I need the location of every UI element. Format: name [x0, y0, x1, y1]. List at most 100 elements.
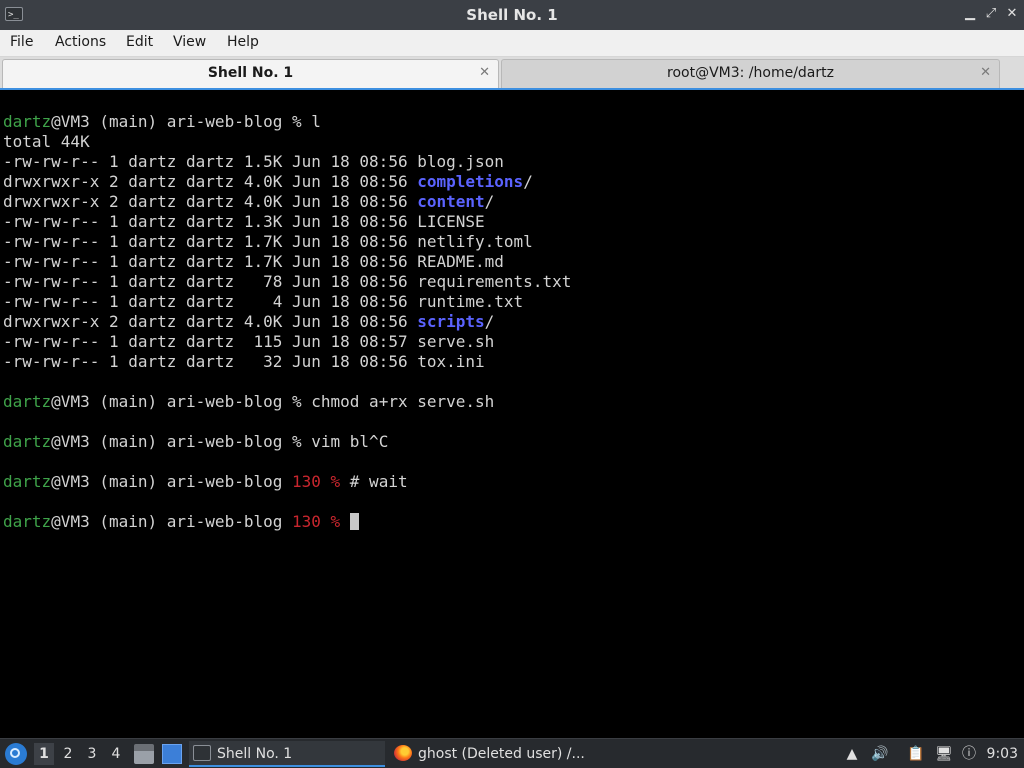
dir-suffix: / — [523, 172, 533, 191]
workspace-4[interactable]: 4 — [106, 743, 126, 765]
prompt-command — [340, 512, 350, 531]
directory-name: completions — [417, 172, 524, 191]
prompt-user: dartz — [3, 112, 52, 131]
updates-icon[interactable]: ⓘ — [960, 744, 978, 764]
file-meta: -rw-rw-r-- 1 dartz dartz 1.7K Jun 18 08:… — [3, 252, 418, 271]
file-name: blog.json — [417, 152, 504, 171]
prompt-exit-code: 130 — [282, 472, 321, 491]
menu-bar: File Actions Edit View Help — [0, 30, 1024, 57]
prompt-host: @VM3 (main) ari-web-blog — [51, 472, 283, 491]
tab-label: root@VM3: /home/dartz — [667, 65, 834, 81]
directory-name: content — [417, 192, 485, 211]
file-meta: drwxrwxr-x 2 dartz dartz 4.0K Jun 18 08:… — [3, 192, 418, 211]
prompt-symbol: % — [282, 112, 302, 131]
file-list-row: drwxrwxr-x 2 dartz dartz 4.0K Jun 18 08:… — [3, 172, 533, 192]
clock[interactable]: 9:03 — [987, 744, 1018, 764]
prompt-host: @VM3 (main) ari-web-blog — [51, 432, 283, 451]
terminal-output[interactable]: dartz@VM3 (main) ari-web-blog % l total 4… — [0, 90, 1024, 738]
dir-suffix: / — [484, 312, 495, 331]
file-name: serve.sh — [417, 332, 495, 351]
tray-expand-icon[interactable]: ▲ — [843, 744, 861, 764]
prompt-symbol: % — [282, 432, 302, 451]
file-list-row: -rw-rw-r-- 1 dartz dartz 1.5K Jun 18 08:… — [3, 152, 504, 172]
tab-bar: Shell No. 1 ✕ root@VM3: /home/dartz ✕ — [0, 57, 1024, 90]
task-label: ghost (Deleted user) /... — [418, 746, 585, 762]
file-meta: -rw-rw-r-- 1 dartz dartz 32 Jun 18 08:56 — [3, 352, 418, 371]
output-line: total 44K — [3, 132, 90, 151]
file-name: runtime.txt — [417, 292, 524, 311]
prompt-line: dartz@VM3 (main) ari-web-blog % vim bl^C — [3, 432, 388, 452]
file-name: LICENSE — [417, 212, 485, 231]
prompt-host: @VM3 (main) ari-web-blog — [51, 112, 283, 131]
file-meta: -rw-rw-r-- 1 dartz dartz 78 Jun 18 08:56 — [3, 272, 418, 291]
prompt-host: @VM3 (main) ari-web-blog — [51, 392, 283, 411]
menu-view[interactable]: View — [173, 34, 206, 50]
dir-suffix: / — [484, 192, 495, 211]
prompt-command: l — [301, 112, 321, 131]
tab-close-icon[interactable]: ✕ — [980, 65, 991, 80]
workspace-3[interactable]: 3 — [82, 743, 102, 765]
prompt-exit-code: 130 — [282, 512, 321, 531]
taskbar: 1 2 3 4 Shell No. 1 ghost (Deleted user)… — [0, 738, 1024, 768]
menu-edit[interactable]: Edit — [126, 34, 153, 50]
file-meta: -rw-rw-r-- 1 dartz dartz 1.7K Jun 18 08:… — [3, 232, 418, 251]
tab-close-icon[interactable]: ✕ — [479, 65, 490, 80]
prompt-command: chmod a+rx serve.sh — [301, 392, 495, 411]
prompt-symbol: % — [320, 512, 341, 531]
tab-label: Shell No. 1 — [207, 65, 294, 81]
workspace-2[interactable]: 2 — [58, 743, 78, 765]
task-shell-no-1[interactable]: Shell No. 1 — [189, 741, 385, 767]
clipboard-icon[interactable]: 📋 — [907, 744, 925, 764]
firefox-icon — [394, 745, 412, 761]
file-meta: -rw-rw-r-- 1 dartz dartz 1.5K Jun 18 08:… — [3, 152, 418, 171]
menu-help[interactable]: Help — [227, 34, 259, 50]
file-list-row: drwxrwxr-x 2 dartz dartz 4.0K Jun 18 08:… — [3, 192, 494, 212]
prompt-symbol: % — [320, 472, 341, 491]
file-list-row: -rw-rw-r-- 1 dartz dartz 1.3K Jun 18 08:… — [3, 212, 485, 232]
volume-icon[interactable]: 🔊 — [871, 744, 889, 764]
file-name: tox.ini — [417, 352, 485, 371]
file-meta: -rw-rw-r-- 1 dartz dartz 4 Jun 18 08:56 — [3, 292, 418, 311]
prompt-user: dartz — [3, 432, 52, 451]
prompt-symbol: % — [282, 392, 302, 411]
window-title: Shell No. 1 — [466, 6, 558, 24]
menu-file[interactable]: File — [10, 34, 33, 50]
file-meta: drwxrwxr-x 2 dartz dartz 4.0K Jun 18 08:… — [3, 172, 418, 191]
file-name: README.md — [417, 252, 504, 271]
file-meta: drwxrwxr-x 2 dartz dartz 4.0K Jun 18 08:… — [3, 312, 418, 331]
maximize-icon[interactable]: ⤢ — [983, 6, 999, 22]
show-desktop-icon[interactable] — [162, 744, 182, 764]
file-name: netlify.toml — [417, 232, 533, 251]
close-icon[interactable]: ✕ — [1004, 6, 1020, 22]
tab-root-home-dartz[interactable]: root@VM3: /home/dartz ✕ — [501, 59, 1000, 88]
file-name: requirements.txt — [417, 272, 572, 291]
prompt-command: vim bl^C — [301, 432, 389, 451]
file-manager-icon[interactable] — [134, 744, 154, 764]
directory-name: scripts — [417, 312, 485, 331]
workspace-1[interactable]: 1 — [34, 743, 54, 765]
file-list-row: -rw-rw-r-- 1 dartz dartz 1.7K Jun 18 08:… — [3, 252, 504, 272]
file-list-row: -rw-rw-r-- 1 dartz dartz 4 Jun 18 08:56 … — [3, 292, 523, 312]
prompt-line: dartz@VM3 (main) ari-web-blog 130 % — [3, 512, 359, 532]
network-icon[interactable]: 🖥 — [935, 744, 953, 764]
file-meta: -rw-rw-r-- 1 dartz dartz 1.3K Jun 18 08:… — [3, 212, 418, 231]
tab-shell-no-1[interactable]: Shell No. 1 ✕ — [2, 59, 499, 88]
file-list-row: -rw-rw-r-- 1 dartz dartz 78 Jun 18 08:56… — [3, 272, 571, 292]
prompt-line: dartz@VM3 (main) ari-web-blog % l — [3, 112, 321, 132]
terminal-window: >_ Shell No. 1 ▁ ⤢ ✕ File Actions Edit V… — [0, 0, 1024, 738]
title-bar[interactable]: >_ Shell No. 1 ▁ ⤢ ✕ — [0, 0, 1024, 31]
prompt-user: dartz — [3, 472, 52, 491]
file-meta: -rw-rw-r-- 1 dartz dartz 115 Jun 18 08:5… — [3, 332, 418, 351]
menu-actions[interactable]: Actions — [55, 34, 106, 50]
file-list-row: drwxrwxr-x 2 dartz dartz 4.0K Jun 18 08:… — [3, 312, 494, 332]
prompt-user: dartz — [3, 392, 52, 411]
minimize-icon[interactable]: ▁ — [962, 6, 978, 22]
file-list-row: -rw-rw-r-- 1 dartz dartz 1.7K Jun 18 08:… — [3, 232, 533, 252]
prompt-host: @VM3 (main) ari-web-blog — [51, 512, 283, 531]
file-list-row: -rw-rw-r-- 1 dartz dartz 115 Jun 18 08:5… — [3, 332, 494, 352]
prompt-user: dartz — [3, 512, 52, 531]
prompt-line: dartz@VM3 (main) ari-web-blog % chmod a+… — [3, 392, 494, 412]
terminal-icon — [193, 745, 211, 761]
start-menu-icon[interactable] — [5, 743, 27, 765]
task-firefox[interactable]: ghost (Deleted user) /... — [390, 741, 590, 767]
